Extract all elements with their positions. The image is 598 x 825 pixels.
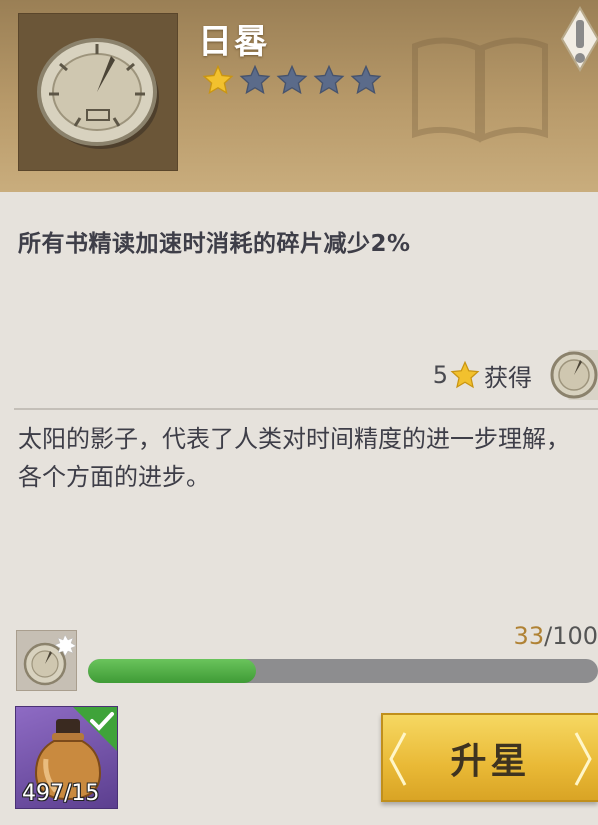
item-header: 日晷 xyxy=(0,0,598,192)
button-ornament-icon xyxy=(389,732,407,786)
material-count: 497/15 xyxy=(22,781,100,806)
flavor-text: 太阳的影子，代表了人类对时间精度的进一步理解，各个方面的进步。 xyxy=(18,425,570,491)
star-icon xyxy=(450,360,480,389)
sundial-icon xyxy=(37,38,159,149)
fragment-icon xyxy=(16,630,77,691)
progress-fill xyxy=(88,659,257,683)
progress-current: 33 xyxy=(513,622,545,650)
star-filled-icon xyxy=(202,64,234,95)
item-title: 日晷 xyxy=(198,22,270,62)
obtain-star-count: 5 xyxy=(432,361,448,389)
progress-separator: / xyxy=(544,622,553,650)
obtain-condition: 5 获得 xyxy=(433,342,598,408)
divider xyxy=(14,408,598,410)
sundial-icon xyxy=(550,350,598,400)
book-icon xyxy=(412,37,548,143)
star-empty-icon xyxy=(276,64,308,95)
star-empty-icon xyxy=(350,64,382,95)
star-empty-icon xyxy=(313,64,345,95)
material-slot[interactable]: 497/15 xyxy=(15,706,118,809)
item-icon-frame xyxy=(18,13,178,171)
obtain-label: 获得 xyxy=(484,363,532,392)
star-rating xyxy=(202,64,382,96)
progress-bar xyxy=(88,659,598,683)
upgrade-star-button[interactable]: 升星 xyxy=(381,713,598,802)
effect-description: 所有书精读加速时消耗的碎片减少2% xyxy=(18,231,411,257)
check-icon xyxy=(73,707,117,751)
progress-max: 100 xyxy=(552,622,598,650)
star-empty-icon xyxy=(239,64,271,95)
progress-counter: 33/100 xyxy=(514,622,598,650)
exclamation-icon[interactable] xyxy=(550,6,598,72)
upgrade-button-label: 升星 xyxy=(450,740,531,782)
button-ornament-icon xyxy=(574,732,592,786)
